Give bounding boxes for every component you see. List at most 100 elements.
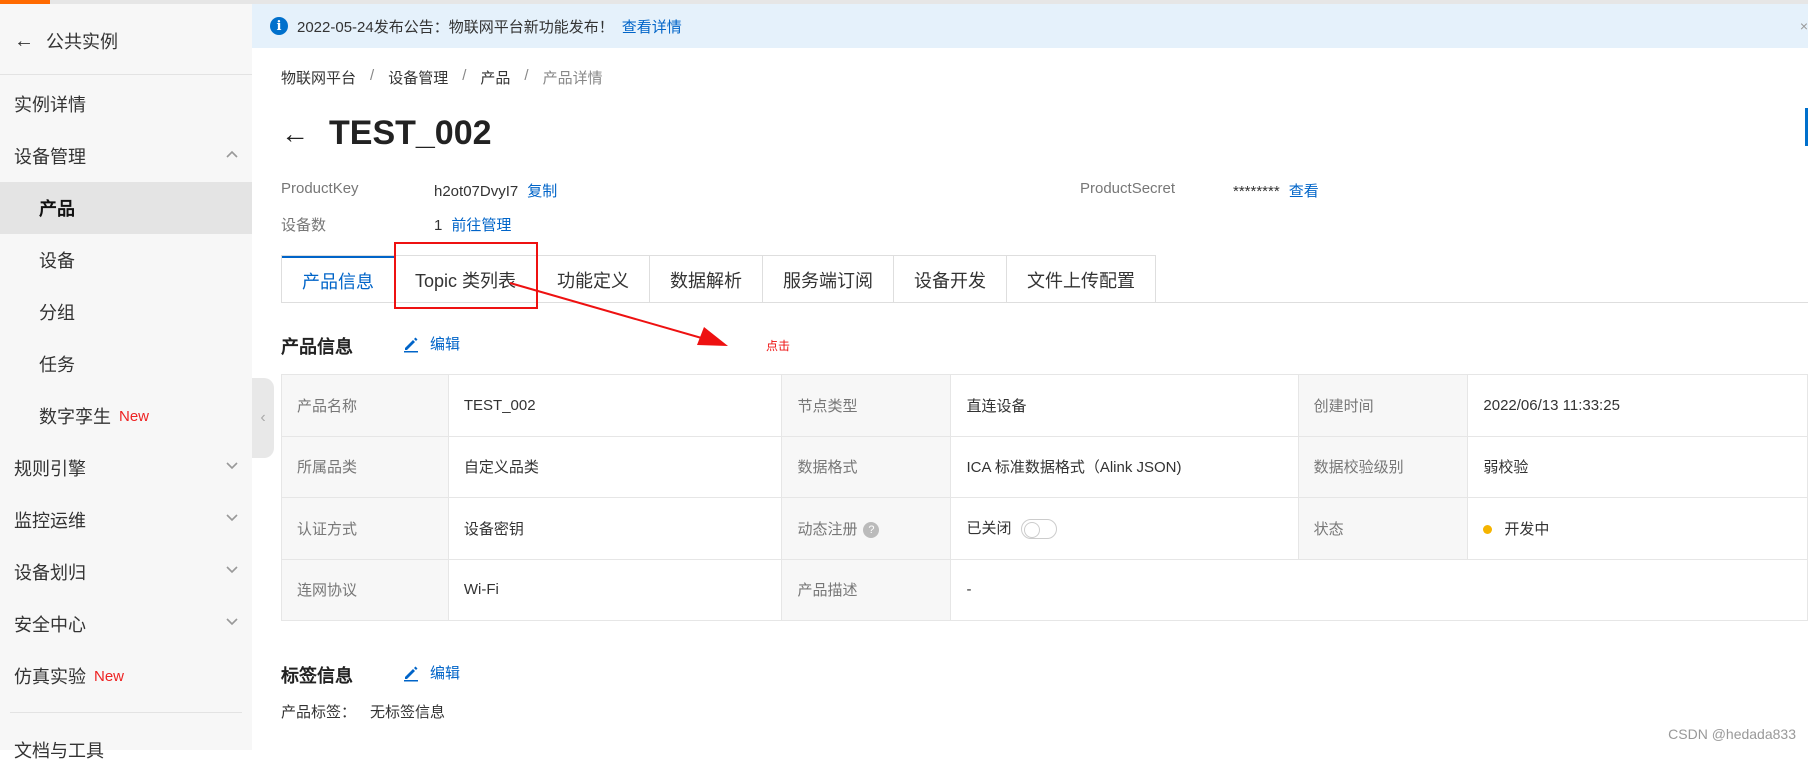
help-icon[interactable]: ? bbox=[863, 521, 880, 538]
field-value: 弱校验 bbox=[1467, 435, 1808, 498]
breadcrumb: 物联网平台 / 设备管理 / 产品 / 产品详情 bbox=[281, 67, 603, 88]
sidebar-item-device-assignment[interactable]: 设备划归 bbox=[0, 546, 252, 598]
edit-product-info-button[interactable]: 编辑 bbox=[402, 333, 460, 354]
edit-label: 编辑 bbox=[430, 665, 461, 682]
field-label: 产品描述 bbox=[781, 558, 952, 621]
field-value: 已关闭 bbox=[966, 520, 1012, 538]
table-row: 连网协议 Wi-Fi 产品描述 - bbox=[281, 558, 1808, 621]
sidebar-item-task[interactable]: 任务 bbox=[0, 338, 252, 390]
announcement-link[interactable]: 查看详情 bbox=[622, 16, 682, 37]
new-badge: New bbox=[94, 667, 125, 685]
field-value: 直连设备 bbox=[950, 374, 1299, 437]
close-icon[interactable]: × bbox=[1800, 18, 1808, 34]
table-row: 产品名称 TEST_002 节点类型 直连设备 创建时间 2022/06/13 … bbox=[281, 374, 1808, 437]
sidebar-item-rule-engine[interactable]: 规则引擎 bbox=[0, 442, 252, 494]
tab-product-info[interactable]: 产品信息 bbox=[282, 256, 395, 303]
product-info-title: 产品信息 bbox=[281, 337, 353, 357]
product-info-table: 产品名称 TEST_002 节点类型 直连设备 创建时间 2022/06/13 … bbox=[281, 374, 1808, 621]
field-label: 产品名称 bbox=[281, 374, 449, 437]
sidebar-item-label: 安全中心 bbox=[14, 615, 86, 635]
field-value: TEST_002 bbox=[447, 374, 783, 437]
field-value-cell: 开发中 bbox=[1467, 497, 1808, 560]
sidebar-item-docs-tools[interactable]: 文档与工具 bbox=[0, 724, 252, 776]
sidebar-item-device[interactable]: 设备 bbox=[0, 234, 252, 286]
sidebar-item-group[interactable]: 分组 bbox=[0, 286, 252, 338]
field-value: 2022/06/13 11:33:25 bbox=[1467, 374, 1808, 437]
field-label-cell: 动态注册? bbox=[781, 497, 952, 560]
chevron-down-icon bbox=[226, 566, 238, 574]
chevron-down-icon bbox=[226, 618, 238, 626]
sidebar-item-instance-detail[interactable]: 实例详情 bbox=[0, 78, 252, 130]
chevron-down-icon bbox=[226, 462, 238, 470]
field-value: 开发中 bbox=[1504, 520, 1550, 538]
field-value: Wi-Fi bbox=[447, 558, 783, 621]
breadcrumb-separator: / bbox=[370, 67, 375, 84]
tab-device-development[interactable]: 设备开发 bbox=[894, 256, 1008, 303]
dynamic-register-toggle[interactable] bbox=[1021, 519, 1058, 540]
field-label: 所属品类 bbox=[281, 435, 449, 498]
product-key-row: ProductKey h2ot07DvyI7 复制 bbox=[281, 180, 881, 200]
sidebar-item-security-center[interactable]: 安全中心 bbox=[0, 598, 252, 650]
tab-function-definition[interactable]: 功能定义 bbox=[537, 256, 651, 303]
product-tags-value: 无标签信息 bbox=[370, 704, 446, 721]
sidebar-item-label: 规则引擎 bbox=[14, 459, 86, 479]
field-value: 自定义品类 bbox=[447, 435, 783, 498]
sidebar-item-label: 产品 bbox=[39, 199, 75, 219]
sidebar: ← 公共实例 实例详情 设备管理 产品 设备 分组 任务 数字孪生 New 规则… bbox=[0, 4, 252, 761]
field-value: ICA 标准数据格式（Alink JSON) bbox=[950, 435, 1299, 498]
breadcrumb-item[interactable]: 物联网平台 bbox=[281, 67, 356, 88]
field-label: 动态注册 bbox=[797, 520, 858, 538]
sidebar-collapse-handle[interactable]: ‹ bbox=[252, 378, 274, 458]
edit-tags-button[interactable]: 编辑 bbox=[402, 662, 460, 683]
product-secret-value: ******** bbox=[1233, 183, 1280, 200]
view-secret-link[interactable]: 查看 bbox=[1289, 183, 1319, 200]
breadcrumb-item[interactable]: 产品 bbox=[480, 67, 510, 88]
sidebar-item-label: 设备 bbox=[39, 251, 75, 271]
product-tags-label: 产品标签： bbox=[281, 704, 357, 721]
field-label: 创建时间 bbox=[1297, 374, 1469, 437]
sidebar-item-digital-twin[interactable]: 数字孪生 New bbox=[0, 390, 252, 442]
table-row: 认证方式 设备密钥 动态注册? 已关闭 状态 开发中 bbox=[281, 497, 1808, 560]
back-to-instances[interactable]: ← 公共实例 bbox=[14, 28, 118, 54]
status-dot bbox=[1483, 525, 1493, 535]
field-label: 节点类型 bbox=[781, 374, 952, 437]
sidebar-divider bbox=[0, 74, 252, 75]
product-tags-row: 产品标签： 无标签信息 bbox=[281, 701, 445, 722]
sidebar-item-device-management[interactable]: 设备管理 bbox=[0, 130, 252, 182]
sidebar-divider bbox=[10, 712, 242, 713]
sidebar-item-monitoring[interactable]: 监控运维 bbox=[0, 494, 252, 546]
announcement-text: 2022-05-24发布公告：物联网平台新功能发布！ bbox=[297, 18, 614, 36]
field-value-cell: 已关闭 bbox=[950, 497, 1299, 560]
copy-link[interactable]: 复制 bbox=[527, 183, 557, 200]
sidebar-item-label: 实例详情 bbox=[14, 95, 86, 115]
page-header: ← TEST_002 bbox=[281, 114, 492, 153]
tab-data-parsing[interactable]: 数据解析 bbox=[650, 256, 764, 303]
device-count-row: 设备数 1 前往管理 bbox=[281, 214, 881, 234]
breadcrumb-item[interactable]: 设备管理 bbox=[388, 67, 448, 88]
field-value: 设备密钥 bbox=[447, 497, 783, 560]
manage-devices-link[interactable]: 前往管理 bbox=[451, 217, 511, 234]
sidebar-item-label: 仿真实验 bbox=[14, 667, 86, 687]
breadcrumb-separator: / bbox=[462, 67, 467, 84]
breadcrumb-separator: / bbox=[524, 67, 529, 84]
chevron-down-icon bbox=[226, 514, 238, 522]
edit-label: 编辑 bbox=[430, 336, 461, 353]
page-title: TEST_002 bbox=[329, 114, 492, 152]
table-row: 所属品类 自定义品类 数据格式 ICA 标准数据格式（Alink JSON) 数… bbox=[281, 435, 1808, 498]
sidebar-item-simulation[interactable]: 仿真实验 New bbox=[0, 650, 252, 702]
product-secret-row: ProductSecret ******** 查看 bbox=[1080, 180, 1580, 200]
sidebar-item-label: 设备划归 bbox=[14, 563, 86, 583]
annotation-text: 点击 bbox=[766, 339, 791, 353]
tag-info-title: 标签信息 bbox=[281, 666, 353, 686]
field-label: 数据格式 bbox=[781, 435, 952, 498]
tab-file-upload-config[interactable]: 文件上传配置 bbox=[1007, 256, 1156, 303]
sidebar-item-label: 数字孪生 bbox=[39, 407, 111, 427]
edit-pencil-icon bbox=[404, 337, 418, 352]
sidebar-item-label: 设备管理 bbox=[14, 147, 86, 167]
new-badge: New bbox=[119, 407, 150, 425]
sidebar-item-product[interactable]: 产品 bbox=[0, 182, 252, 234]
back-arrow-icon[interactable]: ← bbox=[281, 118, 309, 150]
field-label: 连网协议 bbox=[281, 558, 449, 621]
sidebar-item-label: 监控运维 bbox=[14, 511, 86, 531]
tab-server-subscription[interactable]: 服务端订阅 bbox=[763, 256, 895, 303]
